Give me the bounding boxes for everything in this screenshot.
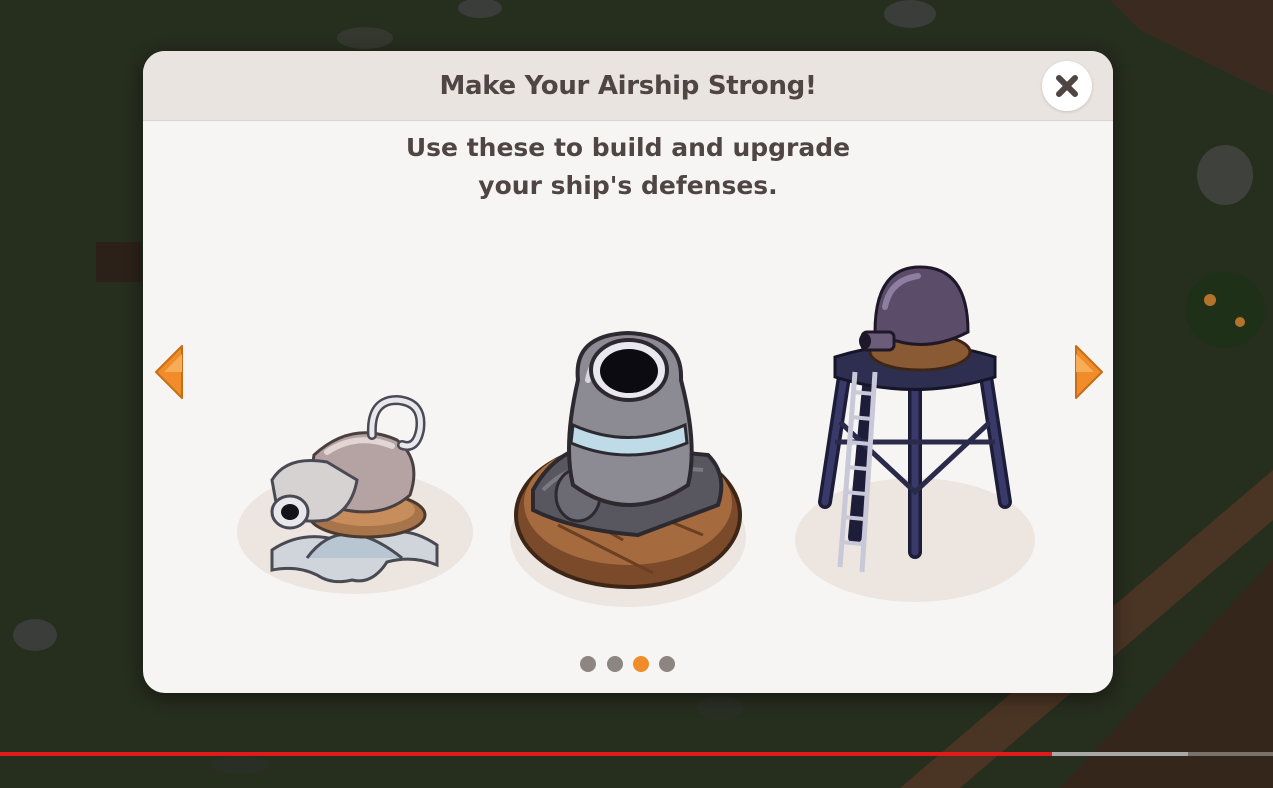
previous-page-button[interactable] [152,342,192,402]
next-page-button[interactable] [1068,342,1108,402]
dialog-title: Make Your Airship Strong! [439,71,817,101]
subtitle-line-1: Use these to build and upgrade [405,133,851,162]
sniper-tower-icon [795,265,1035,602]
close-icon [1056,75,1078,97]
mortar-defense [503,325,753,615]
close-button[interactable] [1042,61,1092,111]
page-dot-1[interactable] [580,656,596,672]
dialog-header: Make Your Airship Strong! [143,51,1113,121]
sniper-tower-defense [790,262,1040,602]
dialog-subtitle: Use these to build and upgrade your ship… [143,129,1113,205]
page-dot-4[interactable] [659,656,675,672]
video-buffer-bar [1052,752,1188,756]
page-dot-3[interactable] [633,656,649,672]
machine-gun-icon [237,394,473,594]
page-dot-2[interactable] [607,656,623,672]
subtitle-line-2: your ship's defenses. [478,171,778,200]
pagination-dots [578,656,688,676]
arrow-right-icon [1075,345,1103,399]
mortar-cannon-icon [510,330,746,607]
machine-gun-defense [232,380,482,610]
video-progress-bar[interactable] [0,752,1052,756]
arrow-left-icon [155,345,183,399]
